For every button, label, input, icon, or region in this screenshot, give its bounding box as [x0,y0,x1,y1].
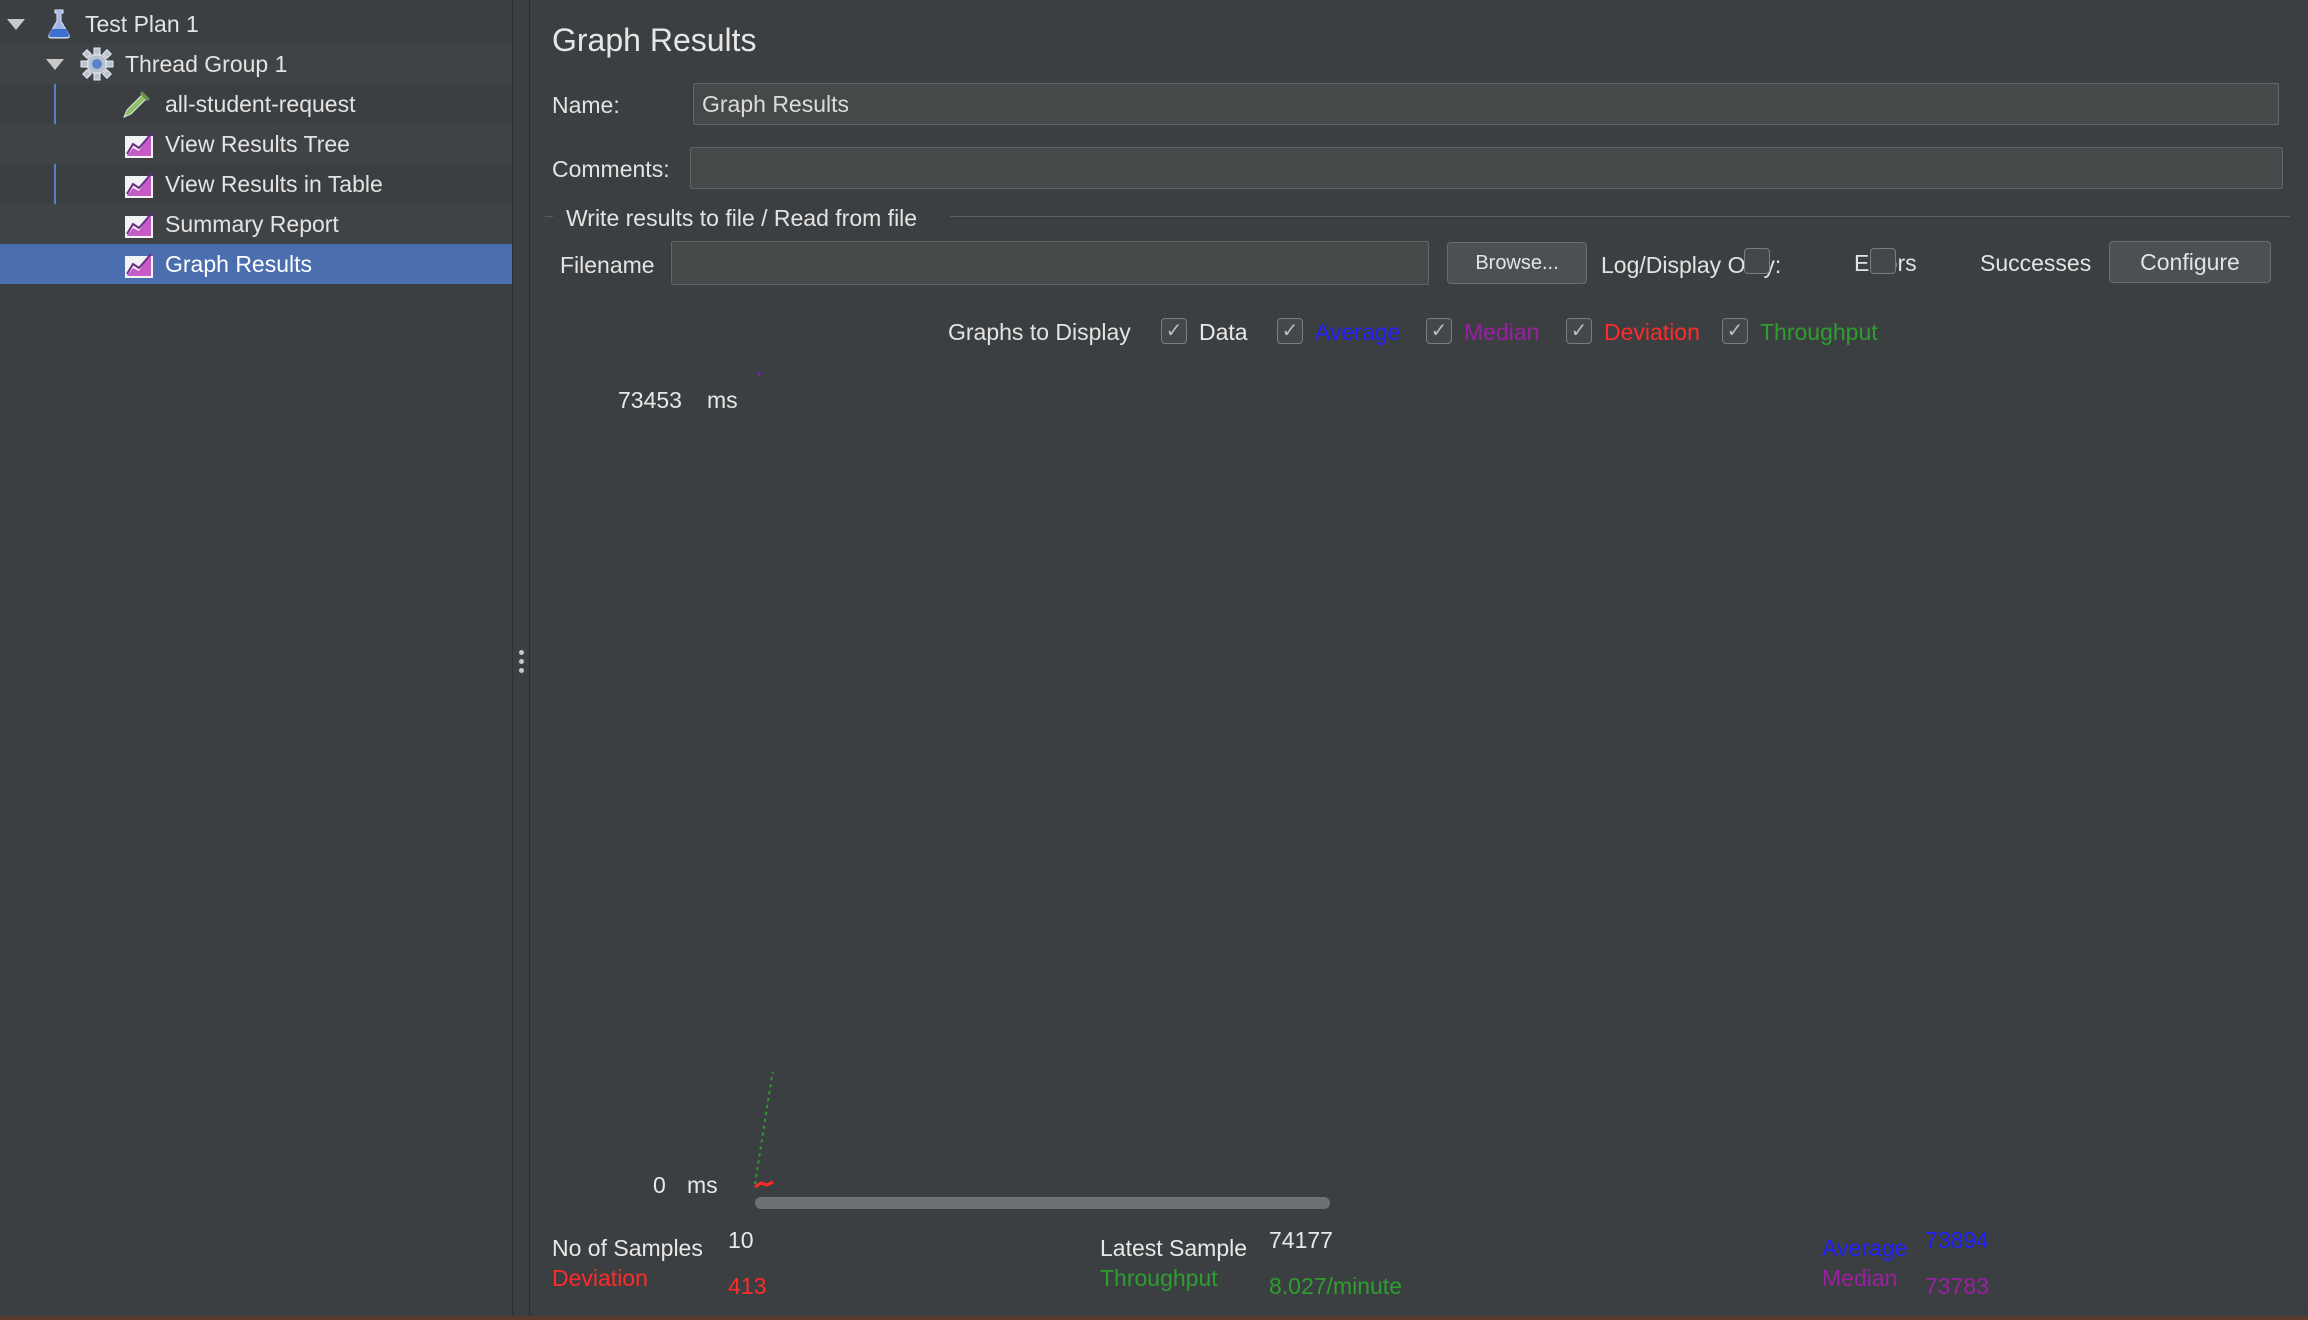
deviation-label: Deviation [552,1265,648,1291]
y-min-unit: ms [687,1172,718,1198]
samples-label: No of Samples [552,1235,703,1261]
graph-option-throughput-checkbox[interactable]: ✓ [1722,318,1748,344]
median-value: 73783 [1925,1273,1989,1299]
drag-handle-dot [519,659,524,664]
y-min-label: 0 [653,1172,666,1198]
results-graph [754,371,774,1189]
y-max-label: 73453 [618,387,682,413]
graph-option-throughput-label: Throughput [1760,319,1878,345]
gear-icon [80,47,114,81]
samples-value: 10 [728,1227,754,1253]
pipette-icon [123,91,150,118]
average-label: Average [1822,1235,1908,1261]
tree-item-http-sampler[interactable]: all-student-request [0,84,512,124]
graph-option-deviation-checkbox[interactable]: ✓ [1566,318,1592,344]
tree-item-label: View Results in Table [165,170,383,197]
graph-option-median-checkbox[interactable]: ✓ [1426,318,1452,344]
graph-area [531,350,2305,1210]
tree-item-summary-report[interactable]: Summary Report [0,204,512,244]
throughput-label: Throughput [1100,1265,1218,1291]
tree-item-label: Thread Group 1 [125,50,288,77]
graph-option-median-label: Median [1464,319,1540,345]
desktop-edge [0,1316,2308,1320]
drag-handle-dot [519,668,524,673]
graph-listener-icon [125,253,153,278]
successes-checkbox[interactable] [1870,248,1896,274]
average-value: 73894 [1925,1227,1989,1253]
chevron-down-icon[interactable] [7,19,25,30]
configure-button[interactable]: Configure [2109,241,2271,283]
graph-results-panel: Graph Results Name: Comments: Write resu… [531,0,2305,1318]
tree-item-view-results-tree[interactable]: View Results Tree [0,124,512,164]
successes-label: Successes [1980,250,2092,276]
tree-item-thread-group[interactable]: Thread Group 1 [0,44,512,84]
tree-item-label: Test Plan 1 [85,10,199,37]
graph-option-deviation-label: Deviation [1604,319,1700,345]
average-series-mark [757,372,759,374]
tree-item-label: Summary Report [165,210,339,237]
tree-item-label: View Results Tree [165,130,350,157]
jmeter-window: Test Plan 1 Thread Group 1 all-student-r… [0,0,2305,1318]
filename-label: Filename [560,252,655,278]
graph-listener-icon [125,213,153,238]
filename-field[interactable] [671,241,1429,285]
deviation-series-line [754,1180,774,1189]
graph-option-data-label: Data [1199,319,1248,345]
chevron-down-icon[interactable] [46,59,64,70]
group-border [950,216,2290,217]
file-group-title: Write results to file / Read from file [566,205,918,231]
tree-item-graph-results[interactable]: Graph Results [0,244,512,284]
flask-icon [48,9,70,39]
group-border [545,216,553,217]
graph-listener-icon [125,133,153,158]
name-field[interactable] [693,83,2279,125]
graph-option-average-label: Average [1315,319,1401,345]
drag-handle-dot [519,650,524,655]
browse-button[interactable]: Browse... [1447,242,1587,284]
graph-option-average-checkbox[interactable]: ✓ [1277,318,1303,344]
name-label: Name: [552,92,620,118]
tree-item-label: Graph Results [165,250,313,277]
horizontal-scrollbar[interactable] [755,1197,1330,1209]
throughput-value: 8.027/minute [1269,1273,1402,1299]
latest-sample-value: 74177 [1269,1227,1333,1253]
y-max-unit: ms [707,387,738,413]
page-title: Graph Results [552,22,757,58]
test-plan-tree: Test Plan 1 Thread Group 1 all-student-r… [0,0,513,1318]
comments-label: Comments: [552,156,670,182]
deviation-value: 413 [728,1273,767,1299]
latest-sample-label: Latest Sample [1100,1235,1248,1261]
split-pane-divider[interactable] [513,0,530,1318]
comments-field[interactable] [690,147,2283,189]
graphs-to-display-label: Graphs to Display [948,319,1131,345]
tree-item-label: all-student-request [165,90,356,117]
graph-listener-icon [125,173,153,198]
tree-item-test-plan[interactable]: Test Plan 1 [0,4,512,44]
errors-checkbox[interactable] [1744,248,1770,274]
throughput-series-line [754,1071,774,1185]
median-label: Median [1822,1265,1898,1291]
graph-option-data-checkbox[interactable]: ✓ [1161,318,1187,344]
tree-item-view-results-table[interactable]: View Results in Table [0,164,512,204]
